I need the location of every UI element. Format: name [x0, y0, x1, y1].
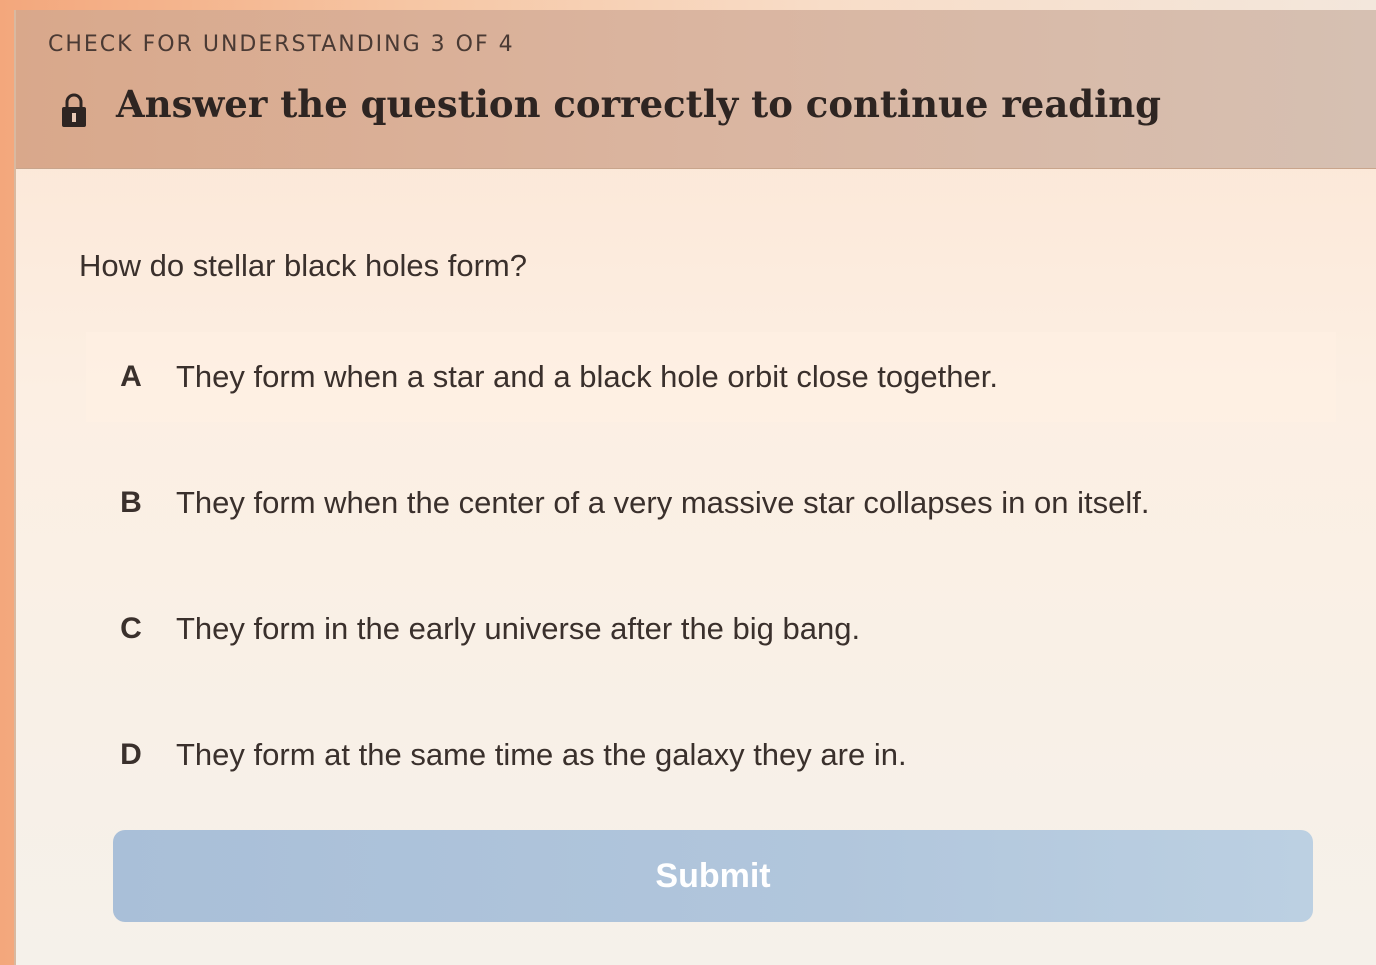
question-text: How do stellar black holes form? [79, 248, 527, 283]
check-for-understanding-card: CHECK FOR UNDERSTANDING 3 OF 4 Answer th… [14, 10, 1376, 965]
answer-option-c[interactable]: C They form in the early universe after … [86, 584, 1336, 674]
submit-button[interactable]: Submit [113, 830, 1313, 922]
progress-label: CHECK FOR UNDERSTANDING 3 OF 4 [48, 32, 515, 57]
option-letter: C [120, 612, 142, 645]
header-title: Answer the question correctly to continu… [116, 82, 1161, 126]
option-text: They form in the early universe after th… [176, 611, 861, 646]
card-header: CHECK FOR UNDERSTANDING 3 OF 4 Answer th… [16, 10, 1376, 169]
lock-icon [62, 93, 86, 127]
option-text: They form at the same time as the galaxy… [176, 737, 907, 772]
answer-option-b[interactable]: B They form when the center of a very ma… [86, 458, 1336, 548]
option-letter: D [120, 738, 142, 771]
option-letter: B [120, 486, 142, 519]
answer-option-a[interactable]: A They form when a star and a black hole… [86, 332, 1336, 422]
answer-option-d[interactable]: D They form at the same time as the gala… [86, 710, 1336, 800]
option-text: They form when the center of a very mass… [176, 485, 1150, 520]
option-text: They form when a star and a black hole o… [176, 359, 998, 394]
option-letter: A [120, 360, 142, 393]
